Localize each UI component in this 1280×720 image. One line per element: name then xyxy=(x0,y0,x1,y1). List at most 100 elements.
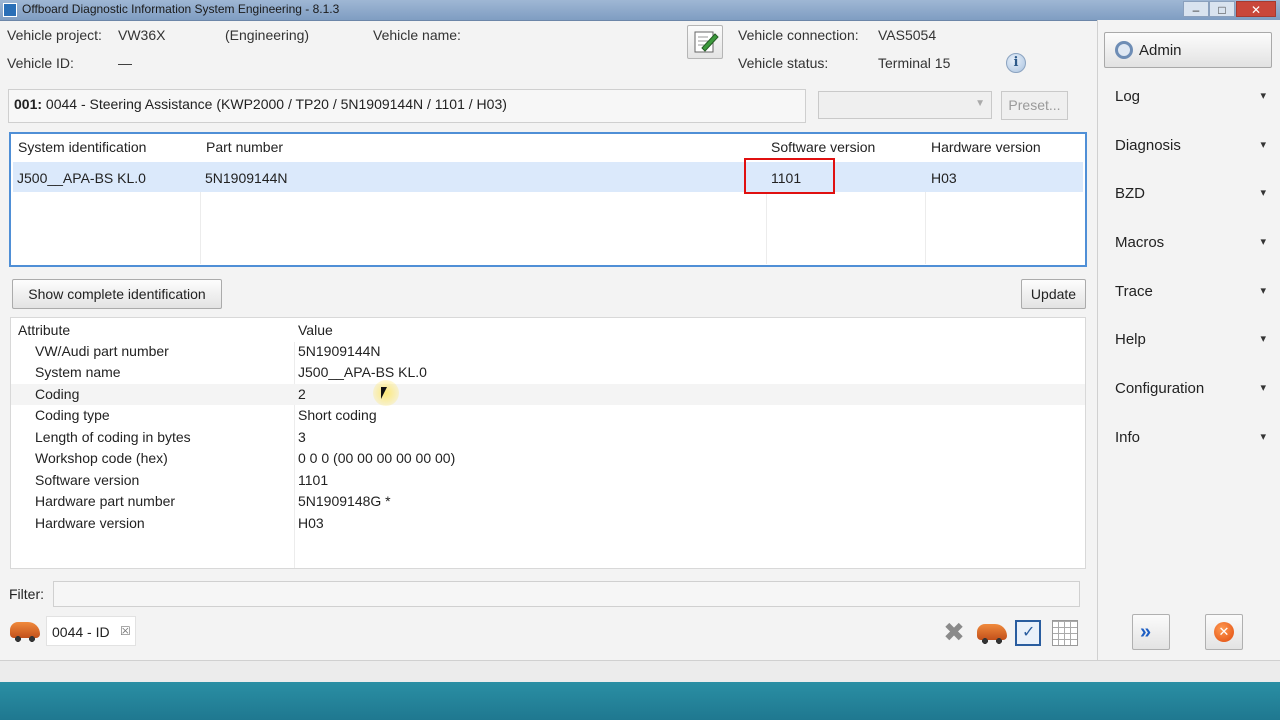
column-header-attribute[interactable]: Attribute xyxy=(18,322,70,338)
info-icon[interactable]: i xyxy=(1006,53,1026,73)
double-chevron-right-icon: » xyxy=(1140,621,1152,643)
edit-vehicle-button[interactable] xyxy=(687,25,723,59)
checklist-icon[interactable] xyxy=(1015,620,1041,646)
attribute-name: Coding type xyxy=(35,407,110,423)
table-row[interactable]: Hardware version H03 xyxy=(11,513,1085,534)
menu-item-label: BZD xyxy=(1115,185,1145,202)
maximize-button[interactable]: □ xyxy=(1209,1,1235,17)
attribute-name: System name xyxy=(35,364,121,380)
attribute-name: Coding xyxy=(35,386,80,402)
software-version-highlight xyxy=(744,158,835,194)
menu-item-macros[interactable]: Macros ▾ xyxy=(1115,234,1270,258)
attribute-name: Length of coding in bytes xyxy=(35,429,191,445)
column-divider xyxy=(200,192,201,264)
column-header-part-number[interactable]: Part number xyxy=(206,139,283,155)
vehicle-status-value: Terminal 15 xyxy=(878,55,951,71)
menu-item-label: Log xyxy=(1115,88,1141,105)
vehicle-project-value: VW36X xyxy=(118,27,166,43)
system-description: 0044 - Steering Assistance (KWP2000 / TP… xyxy=(45,96,507,112)
column-divider xyxy=(766,192,767,264)
edit-note-icon xyxy=(694,31,719,53)
column-divider xyxy=(925,192,926,264)
table-row[interactable]: System name J500__APA-BS KL.0 xyxy=(11,362,1085,383)
menu-item-configuration[interactable]: Configuration ▾ xyxy=(1115,380,1270,404)
attribute-name: Software version xyxy=(35,472,140,488)
close-window-button[interactable]: ✕ xyxy=(1236,1,1276,17)
admin-button[interactable]: Admin xyxy=(1104,32,1272,68)
attribute-value: 3 xyxy=(298,429,306,445)
menu-item-help[interactable]: Help ▾ xyxy=(1115,331,1270,355)
table-row[interactable]: Software version 1101 xyxy=(11,470,1085,491)
chevron-down-icon: ▾ xyxy=(1260,382,1266,394)
column-header-system-identification[interactable]: System identification xyxy=(18,139,146,155)
menu-item-label: Configuration xyxy=(1115,380,1205,397)
system-combo[interactable]: ▼ xyxy=(818,91,992,119)
menu-item-bzd[interactable]: BZD ▾ xyxy=(1115,185,1270,209)
table-row[interactable] xyxy=(13,162,1083,192)
vehicle-id-value: — xyxy=(118,55,132,71)
preset-button[interactable]: Preset... xyxy=(1001,91,1068,120)
forward-button[interactable]: » xyxy=(1132,614,1170,650)
vehicle-status-label: Vehicle status: xyxy=(738,55,829,71)
column-header-hardware-version[interactable]: Hardware version xyxy=(931,139,1041,155)
cell-hardware-version: H03 xyxy=(931,170,957,186)
chevron-down-icon: ▾ xyxy=(1260,333,1266,345)
chevron-down-icon: ▾ xyxy=(1260,139,1266,151)
vehicle-name-label: Vehicle name: xyxy=(373,27,461,43)
table-row[interactable]: Hardware part number 5N1909148G * xyxy=(11,491,1085,512)
vehicle-tool-icon[interactable] xyxy=(977,624,1007,644)
chevron-down-icon: ▾ xyxy=(1260,285,1266,297)
column-header-value[interactable]: Value xyxy=(298,322,333,338)
update-button[interactable]: Update xyxy=(1021,279,1086,309)
table-row[interactable]: Coding type Short coding xyxy=(11,405,1085,426)
grid-icon[interactable] xyxy=(1052,620,1078,646)
stop-icon: ✕ xyxy=(1214,622,1234,642)
table-row[interactable]: Length of coding in bytes 3 xyxy=(11,427,1085,448)
column-header-software-version[interactable]: Software version xyxy=(771,139,875,155)
cell-system-identification: J500__APA-BS KL.0 xyxy=(17,170,146,186)
menu-item-label: Info xyxy=(1115,429,1141,446)
app-icon xyxy=(3,3,17,17)
table-row[interactable]: Workshop code (hex) 0 0 0 (00 00 00 00 0… xyxy=(11,448,1085,469)
exit-button[interactable]: ✕ xyxy=(1205,614,1243,650)
chevron-down-icon: ▾ xyxy=(1260,236,1266,248)
attribute-name: Hardware part number xyxy=(35,493,176,509)
attribute-value: 0 0 0 (00 00 00 00 00 00) xyxy=(298,450,456,466)
vehicle-id-label: Vehicle ID: xyxy=(7,55,74,71)
menu-item-trace[interactable]: Trace ▾ xyxy=(1115,283,1270,307)
menu-item-label: Trace xyxy=(1115,283,1153,300)
menu-item-label: Diagnosis xyxy=(1115,137,1181,154)
status-bar xyxy=(0,660,1280,683)
gear-icon xyxy=(1115,41,1133,59)
menu-item-info[interactable]: Info ▾ xyxy=(1115,429,1270,453)
attribute-name: Workshop code (hex) xyxy=(35,450,168,466)
menu-item-diagnosis[interactable]: Diagnosis ▾ xyxy=(1115,137,1270,161)
attribute-value: J500__APA-BS KL.0 xyxy=(298,364,427,380)
taskbar xyxy=(0,682,1280,720)
car-icon[interactable] xyxy=(10,622,40,642)
minimize-button[interactable]: ‒ xyxy=(1183,1,1209,17)
vehicle-connection-value: VAS5054 xyxy=(878,27,937,43)
attribute-table[interactable]: Attribute Value VW/Audi part number 5N19… xyxy=(10,317,1086,569)
cell-part-number: 5N1909144N xyxy=(205,170,288,186)
vehicle-project-label: Vehicle project: xyxy=(7,27,102,43)
attribute-name: Hardware version xyxy=(35,515,145,531)
filter-input[interactable] xyxy=(53,581,1080,607)
attribute-value: 5N1909144N xyxy=(298,343,381,359)
cancel-tool-icon[interactable]: ✖ xyxy=(941,619,967,646)
chevron-down-icon: ▾ xyxy=(1260,187,1266,199)
attribute-value: H03 xyxy=(298,515,324,531)
vehicle-connection-label: Vehicle connection: xyxy=(738,27,859,43)
table-row[interactable]: VW/Audi part number 5N1909144N xyxy=(11,341,1085,362)
tab-0044-id[interactable]: 0044 - ID ☒ xyxy=(46,616,136,646)
chevron-down-icon: ▼ xyxy=(975,98,985,109)
attribute-value: 1101 xyxy=(298,472,329,488)
close-tab-icon[interactable]: ☒ xyxy=(120,624,131,638)
menu-item-log[interactable]: Log ▾ xyxy=(1115,88,1270,112)
identification-table[interactable]: System identification Part number Softwa… xyxy=(9,132,1087,267)
table-row[interactable]: Coding 2 xyxy=(11,384,1085,405)
chevron-down-icon: ▾ xyxy=(1260,431,1266,443)
attribute-name: VW/Audi part number xyxy=(35,343,169,359)
menu-item-label: Help xyxy=(1115,331,1146,348)
show-complete-identification-button[interactable]: Show complete identification xyxy=(12,279,222,309)
